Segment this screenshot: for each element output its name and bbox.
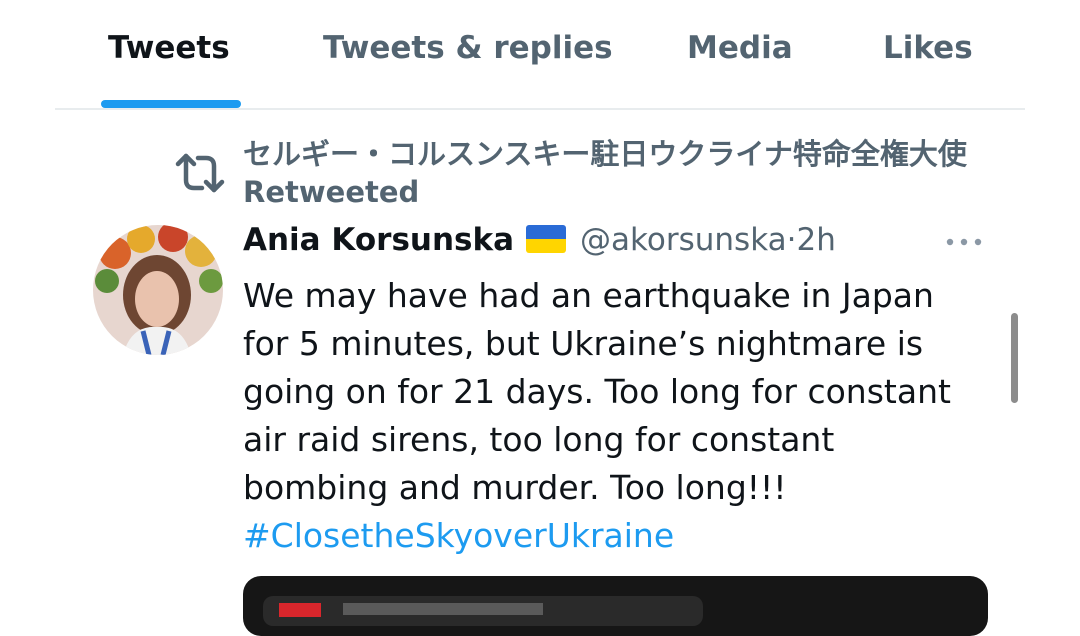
active-tab-indicator — [101, 100, 241, 108]
tweet-text-line: bombing and murder. Too long!!! — [243, 468, 787, 507]
hashtag-link[interactable]: #ClosetheSkyoverUkraine — [243, 512, 1003, 560]
tweet-text-line: for 5 minutes, but Ukraine’s nightmare i… — [243, 324, 924, 363]
author-handle[interactable]: @akorsunska — [580, 222, 787, 258]
media-blurred-text — [343, 603, 543, 615]
tab-tweets[interactable]: Tweets — [108, 30, 230, 66]
scrollbar[interactable] — [1011, 313, 1018, 403]
author-name[interactable]: Ania Korsunska — [243, 222, 514, 258]
media-card[interactable] — [243, 576, 988, 636]
separator-dot: · — [786, 222, 797, 258]
tweet-header: Ania Korsunska @akorsunska·2h — [243, 222, 993, 266]
media-red-mark — [279, 603, 321, 617]
tweet-timestamp[interactable]: 2h — [796, 222, 835, 258]
tweet-text-line: air raid sirens, too long for constant — [243, 420, 835, 459]
tweet-text: We may have had an earthquake in Japan f… — [243, 272, 1003, 560]
tab-media[interactable]: Media — [687, 30, 793, 66]
more-horizontal-icon[interactable] — [944, 236, 984, 248]
retweet-icon — [175, 153, 225, 193]
retweeted-by-label[interactable]: セルギー・コルスンスキー駐日ウクライナ特命全権大使 Retweeted — [243, 135, 988, 211]
ukraine-flag-icon — [526, 225, 567, 253]
tweet-text-line: We may have had an earthquake in Japan — [243, 276, 934, 315]
tweet-text-line: going on for 21 days. Too long for const… — [243, 372, 951, 411]
tab-likes[interactable]: Likes — [883, 30, 973, 66]
tab-tweets-and-replies[interactable]: Tweets & replies — [323, 30, 613, 66]
avatar[interactable] — [93, 225, 223, 355]
profile-tabs: Tweets Tweets & replies Media Likes — [55, 0, 1025, 110]
